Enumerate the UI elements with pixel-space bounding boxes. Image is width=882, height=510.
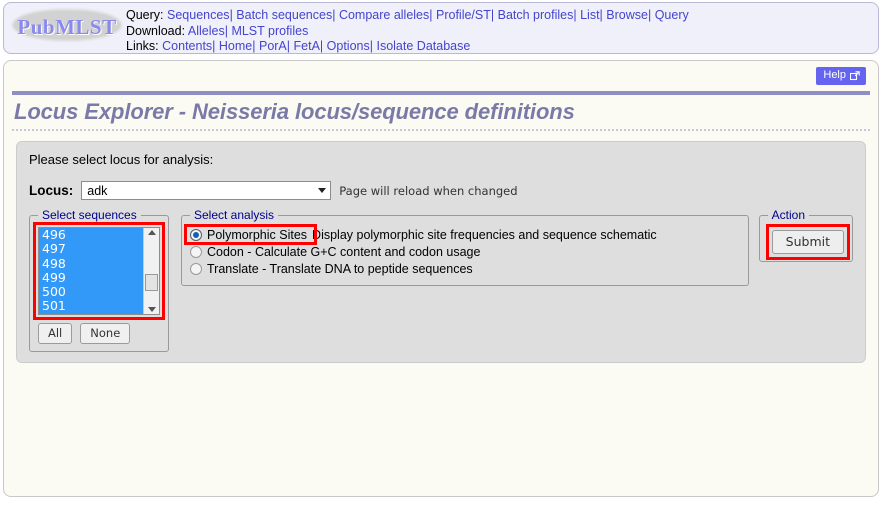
nav-link-pora[interactable]: PorA [259, 39, 287, 53]
reload-hint: Page will reload when changed [339, 183, 518, 198]
analysis-option-polymorphic-sites[interactable]: Polymorphic Sites Display polymorphic si… [184, 224, 740, 245]
nav-sep: | [286, 39, 291, 53]
nav-link-contents[interactable]: Contents [162, 39, 212, 53]
sequences-listbox[interactable]: 496 497 498 499 500 501 [38, 227, 160, 315]
nav-sep: | [429, 8, 433, 22]
help-button-label: Help [823, 69, 846, 81]
nav-sep: | [319, 39, 324, 53]
triangle-down-icon[interactable] [147, 307, 156, 312]
locus-select-value: adk [87, 183, 108, 198]
action-fieldset: Action Submit [758, 208, 853, 262]
chevron-down-icon [318, 188, 327, 193]
nav-row-download: Download: Alleles| MLST profiles [126, 24, 689, 40]
nav-link-compare-alleles[interactable]: Compare alleles [339, 8, 429, 22]
analysis-option-translate[interactable]: Translate - Translate DNA to peptide seq… [190, 261, 740, 277]
nav-link-alleles[interactable]: Alleles [188, 24, 225, 38]
help-button[interactable]: Help [816, 67, 866, 85]
list-item[interactable]: 499 [39, 270, 143, 286]
site-header: PubMLST Query: Sequences| Batch sequence… [3, 2, 879, 54]
select-all-button[interactable]: All [38, 323, 73, 344]
nav-row-query: Query: Sequences| Batch sequences| Compa… [126, 8, 689, 24]
pubmlst-logo: PubMLST [8, 3, 126, 51]
radio-label-polymorphic-sites[interactable]: Polymorphic Sites [207, 227, 307, 243]
radio-polymorphic-sites[interactable] [190, 229, 202, 241]
nav-link-list[interactable]: List [580, 8, 599, 22]
nav-sep: | [573, 8, 577, 22]
nav-link-mlst-profiles[interactable]: MLST profiles [231, 24, 308, 38]
header-nav: Query: Sequences| Batch sequences| Compa… [126, 3, 689, 55]
nav-sep: | [212, 39, 216, 53]
nav-sep: | [599, 8, 603, 22]
radio-translate[interactable] [190, 263, 202, 275]
sequences-scrollbar[interactable] [143, 228, 159, 314]
locus-select[interactable]: adk [81, 181, 332, 200]
analysis-form: Please select locus for analysis: Locus:… [16, 141, 866, 363]
triangle-up-icon[interactable] [147, 230, 156, 235]
list-item[interactable]: 498 [39, 256, 143, 271]
select-sequences-legend: Select sequences [42, 208, 137, 222]
locus-label: Locus: [29, 183, 74, 198]
nav-link-options[interactable]: Options [327, 39, 370, 53]
form-intro-text: Please select locus for analysis: [29, 152, 214, 167]
nav-sep: | [252, 39, 256, 53]
nav-link-query[interactable]: Query [655, 8, 689, 22]
nav-link-home[interactable]: Home [219, 39, 252, 53]
radio-description-polymorphic-sites: Display polymorphic site frequencies and… [312, 228, 657, 242]
locus-row: Locus: adk Page will reload when changed [29, 181, 853, 200]
nav-label-query: Query: [126, 8, 164, 22]
list-item[interactable]: 500 [39, 284, 143, 300]
page-title: Locus Explorer - Neisseria locus/sequenc… [14, 99, 575, 124]
nav-link-browse[interactable]: Browse [606, 8, 648, 22]
content-panel: Help Locus Explorer - Neisseria locus/se… [3, 60, 879, 497]
select-analysis-fieldset: Select analysis Polymorphic Sites Displa… [181, 208, 749, 286]
sequences-listbox-wrap: 496 497 498 499 500 501 [33, 222, 165, 320]
nav-sep: | [647, 8, 652, 22]
nav-link-isolate-database[interactable]: Isolate Database [376, 39, 470, 53]
submit-button[interactable]: Submit [771, 230, 844, 254]
nav-link-sequences[interactable]: Sequences [167, 8, 230, 22]
action-legend: Action [771, 208, 806, 222]
select-none-button[interactable]: None [80, 323, 131, 344]
nav-label-download: Download: [126, 23, 186, 38]
analysis-option-codon[interactable]: Codon - Calculate G+C content and codon … [190, 244, 740, 260]
list-item[interactable]: 496 [39, 228, 143, 243]
logo-text: PubMLST [17, 14, 117, 39]
title-bottom-rule [12, 129, 870, 131]
nav-link-feta[interactable]: FetA [294, 39, 320, 53]
nav-sep: | [224, 23, 228, 38]
external-link-icon [850, 70, 860, 81]
select-sequences-fieldset: Select sequences 496 497 498 499 500 501 [29, 208, 169, 352]
nav-link-profile-st[interactable]: Profile/ST [436, 8, 491, 22]
list-item[interactable]: 497 [39, 241, 143, 257]
help-row: Help [4, 61, 878, 88]
nav-sep: | [229, 8, 233, 22]
nav-sep: | [369, 39, 373, 53]
nav-label-links: Links: [126, 39, 159, 53]
select-analysis-legend: Select analysis [194, 208, 275, 222]
nav-row-links: Links: Contents| Home| PorA| FetA| Optio… [126, 39, 689, 55]
list-item[interactable]: 501 [39, 299, 143, 314]
nav-sep: | [490, 8, 495, 22]
scrollbar-thumb[interactable] [145, 274, 158, 291]
radio-label-translate[interactable]: Translate - Translate DNA to peptide seq… [207, 261, 473, 277]
submit-wrap: Submit [765, 224, 850, 260]
fieldsets-row: Select sequences 496 497 498 499 500 501 [29, 208, 853, 352]
nav-link-batch-sequences[interactable]: Batch sequences [236, 8, 332, 22]
nav-link-batch-profiles[interactable]: Batch profiles [498, 8, 574, 22]
radio-codon[interactable] [190, 246, 202, 258]
sequences-buttons: All None [38, 323, 160, 344]
sequences-list-items: 496 497 498 499 500 501 [39, 228, 143, 314]
nav-sep: | [332, 8, 336, 22]
radio-label-codon[interactable]: Codon - Calculate G+C content and codon … [207, 244, 480, 260]
